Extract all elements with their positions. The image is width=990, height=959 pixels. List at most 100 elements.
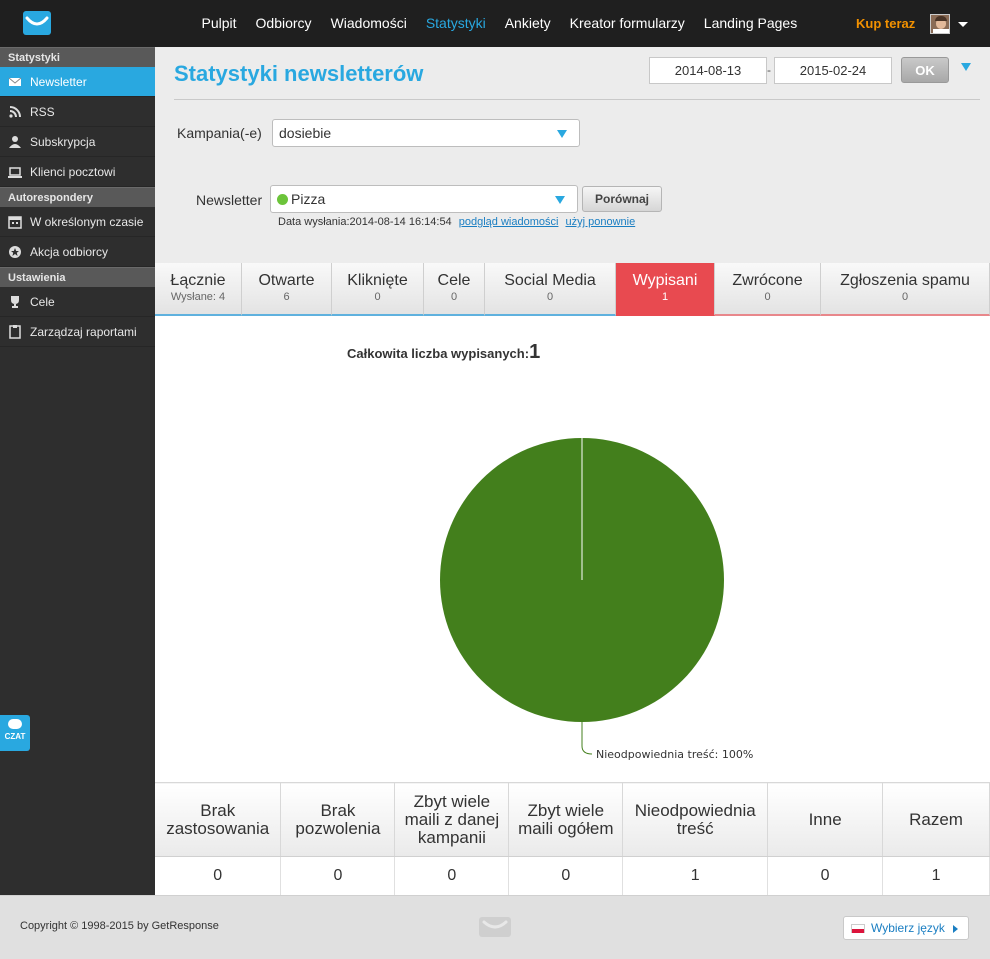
sidebar-item-0-2[interactable]: Subskrypcja — [0, 127, 155, 157]
table-cell: 1 — [622, 856, 769, 896]
campaign-select[interactable]: dosiebie — [272, 119, 580, 147]
compare-button[interactable]: Porównaj — [582, 186, 662, 212]
tab-count: 0 — [374, 291, 381, 303]
document-icon — [8, 324, 22, 339]
sent-date: Data wysłania:2014-08-14 16:14:54 — [278, 216, 452, 228]
tab-label: Zwrócone — [732, 272, 803, 289]
calendar-icon — [8, 215, 22, 229]
date-from-input[interactable]: 2014-08-13 — [649, 57, 767, 84]
language-button[interactable]: Wybierz język — [843, 916, 969, 940]
nav-item-2[interactable]: Wiadomości — [321, 0, 416, 47]
sidebar-item-0-3[interactable]: Klienci pocztowi — [0, 157, 155, 187]
tab-1[interactable]: Otwarte 6 — [242, 263, 332, 316]
reuse-link[interactable]: użyj ponownie — [565, 216, 635, 228]
tab-label: Otwarte — [258, 272, 315, 289]
newsletter-select-value: Pizza — [291, 191, 326, 207]
date-separator: - — [767, 63, 771, 77]
ok-button[interactable]: OK — [901, 57, 949, 83]
envelope-icon — [8, 75, 22, 89]
tab-label: Wypisani — [632, 272, 698, 289]
table-cell: 1 — [882, 856, 990, 896]
tab-label: Łącznie — [170, 272, 226, 289]
tab-label: Zgłoszenia spamu — [840, 272, 970, 289]
sidebar-section-title: Statystyki — [0, 47, 155, 67]
sidebar-item-label: RSS — [30, 104, 55, 119]
table-header-cell: Brak pozwolenia — [280, 782, 396, 857]
tab-7[interactable]: Zgłoszenia spamu 0 — [821, 263, 990, 316]
newsletter-select[interactable]: Pizza — [270, 185, 578, 213]
table-cell: 0 — [394, 856, 510, 896]
sidebar: Statystyki Newsletter RSS Subskrypcja Klienc… — [0, 47, 155, 895]
table-cell: 0 — [155, 856, 282, 896]
sidebar-item-2-0[interactable]: Cele — [0, 287, 155, 317]
table-row: 0000101 — [155, 856, 990, 896]
sidebar-section-title: Ustawienia — [0, 267, 155, 287]
nav-item-5[interactable]: Kreator formularzy — [560, 0, 694, 47]
unsubscribe-reasons-table: Brak zastosowania Brak pozwolenia Zbyt wie… — [155, 782, 990, 896]
tab-label: Cele — [437, 272, 471, 289]
table-header-cell: Inne — [767, 782, 884, 857]
top-bar: Pulpit Odbiorcy Wiadomości Statystyki Ankiet… — [0, 0, 990, 47]
tab-2[interactable]: Kliknięte 0 — [332, 263, 424, 316]
table-cell: 0 — [280, 856, 396, 896]
getresponse-logo-icon[interactable] — [22, 10, 52, 36]
chevron-down-icon[interactable] — [958, 22, 968, 27]
table-header-cell: Razem — [882, 782, 990, 857]
status-dot-icon — [277, 194, 288, 205]
sidebar-item-2-1[interactable]: Zarządzaj raportami — [0, 317, 155, 347]
sidebar-item-1-1[interactable]: Akcja odbiorcy — [0, 237, 155, 267]
nav-item-0[interactable]: Pulpit — [192, 0, 246, 47]
user-icon — [8, 135, 22, 149]
sidebar-item-label: Cele — [30, 294, 55, 309]
tab-count: Wysłane: 4 — [170, 291, 226, 303]
rss-icon — [8, 105, 22, 119]
sidebar-section-title: Autorespondery — [0, 187, 155, 207]
tab-count: 0 — [546, 291, 554, 303]
sidebar-item-label: Klienci pocztowi — [30, 164, 116, 179]
tab-count: 0 — [901, 291, 909, 303]
tab-label: Social Media — [504, 272, 596, 289]
date-to-input[interactable]: 2015-02-24 — [774, 57, 892, 84]
campaign-select-value: dosiebie — [279, 125, 332, 141]
copyright: Copyright © 1998-2015 by GetResponse — [20, 920, 219, 932]
poland-flag-icon — [851, 924, 865, 933]
expand-toggle-icon[interactable] — [961, 63, 971, 71]
buy-now-link[interactable]: Kup teraz — [856, 16, 915, 31]
tab-6[interactable]: Zwrócone 0 — [715, 263, 821, 316]
tab-count: 6 — [283, 291, 290, 303]
stats-tabs: Łącznie Wysłane: 4 Otwarte 6 Kliknięte 0 Cele 0… — [155, 263, 990, 316]
chevron-right-icon — [953, 925, 958, 933]
tab-4[interactable]: Social Media 0 — [485, 263, 616, 316]
preview-link[interactable]: podgląd wiadomości — [459, 216, 559, 228]
language-label: Wybierz język — [871, 921, 945, 935]
main-content: Statystyki newsletterów 2014-08-13 - 201… — [155, 47, 990, 896]
tab-3[interactable]: Cele 0 — [424, 263, 485, 316]
footer-logo-icon — [479, 917, 511, 937]
sidebar-item-label: Subskrypcja — [30, 134, 96, 149]
sidebar-item-label: Newsletter — [30, 74, 87, 89]
avatar[interactable] — [930, 14, 950, 34]
divider — [174, 99, 980, 100]
sidebar-item-label: Zarządzaj raportami — [30, 324, 137, 339]
nav-item-6[interactable]: Landing Pages — [694, 0, 806, 47]
campaign-label: Kampania(-e) — [177, 125, 262, 141]
sidebar-item-0-0[interactable]: Newsletter — [0, 67, 155, 97]
newsletter-label: Newsletter — [196, 192, 263, 208]
sidebar-item-0-1[interactable]: RSS — [0, 97, 155, 127]
chat-button[interactable]: CZAT — [0, 715, 30, 751]
tab-count: 1 — [661, 291, 669, 303]
sidebar-item-label: W określonym czasie — [30, 214, 144, 229]
laptop-icon — [8, 165, 22, 179]
nav-item-4[interactable]: Ankiety — [495, 0, 560, 47]
sidebar-item-1-0[interactable]: W określonym czasie — [0, 207, 155, 237]
dropdown-arrow-icon — [555, 196, 565, 204]
page-title: Statystyki newsletterów — [174, 61, 424, 86]
sent-info: Data wysłania:2014-08-14 16:14:54 podglą… — [278, 216, 635, 228]
tab-5[interactable]: Wypisani 1 — [616, 263, 715, 316]
tab-0[interactable]: Łącznie Wysłane: 4 — [155, 263, 242, 316]
sidebar-item-label: Akcja odbiorcy — [30, 244, 109, 259]
nav-item-3[interactable]: Statystyki — [416, 0, 495, 47]
main-nav: Pulpit Odbiorcy Wiadomości Statystyki Ankiet… — [192, 0, 807, 47]
nav-item-1[interactable]: Odbiorcy — [246, 0, 321, 47]
tab-count: 0 — [764, 291, 771, 303]
